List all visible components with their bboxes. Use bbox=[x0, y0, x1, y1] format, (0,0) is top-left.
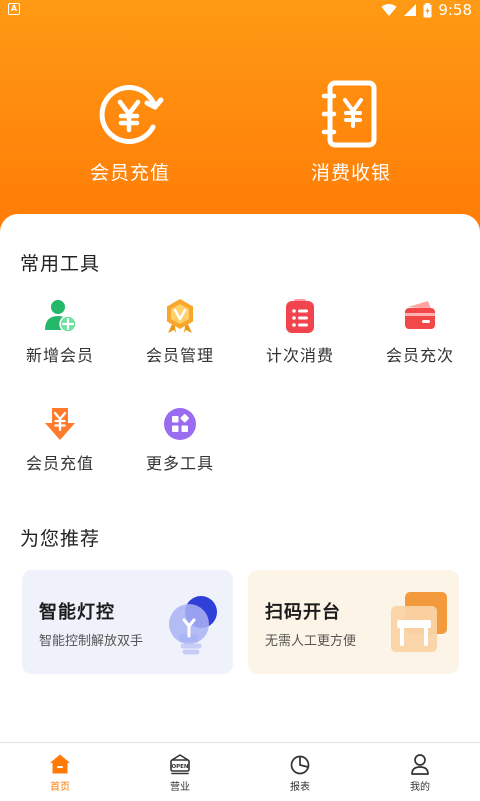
profile-icon bbox=[411, 754, 429, 775]
card-title: 扫码开台 bbox=[265, 602, 341, 623]
add-member-icon bbox=[45, 300, 77, 333]
recharge-icon bbox=[99, 85, 164, 144]
home-icon bbox=[50, 754, 70, 774]
nav-label: 首页 bbox=[50, 782, 70, 793]
bottom-navigation: 首页 OPEN 营业 报表 我的 bbox=[0, 742, 480, 801]
scan-table-icon bbox=[391, 592, 447, 652]
card-subtitle: 无需人工更方便 bbox=[265, 634, 357, 649]
nav-label: 报表 bbox=[290, 782, 310, 793]
nav-label: 营业 bbox=[170, 782, 190, 793]
member-recharge-icon bbox=[45, 408, 75, 440]
smart-light-control-card[interactable]: 智能灯控 智能控制解放双手 bbox=[22, 570, 233, 674]
tool-label: 新增会员 bbox=[25, 346, 94, 365]
more-tools-icon bbox=[164, 408, 196, 440]
card-subtitle: 智能控制解放双手 bbox=[39, 634, 144, 649]
hero-banner: A 9:58 会员充值 消费收银 bbox=[0, 0, 480, 240]
member-recharge-times-icon bbox=[405, 301, 435, 329]
status-time: 9:58 bbox=[438, 1, 472, 19]
wifi-icon bbox=[381, 4, 397, 17]
nav-label: 我的 bbox=[410, 782, 430, 793]
status-icons: 9:58 bbox=[381, 1, 472, 19]
card-title: 智能灯控 bbox=[39, 602, 115, 623]
report-pie-icon bbox=[290, 755, 310, 775]
app-notification-icon: A bbox=[8, 3, 20, 15]
svg-text:OPEN: OPEN bbox=[171, 764, 188, 770]
cash-register-book-icon bbox=[321, 80, 377, 148]
tool-more-tools[interactable]: 更多工具 bbox=[120, 406, 240, 486]
count-consumption-icon bbox=[286, 299, 314, 333]
nav-home[interactable]: 首页 bbox=[0, 743, 120, 801]
nav-report[interactable]: 报表 bbox=[240, 743, 360, 801]
recommend-title: 为您推荐 bbox=[20, 528, 101, 550]
tool-label: 计次消费 bbox=[265, 346, 334, 365]
tool-label: 会员充值 bbox=[25, 454, 94, 473]
nav-business[interactable]: OPEN 营业 bbox=[120, 743, 240, 801]
tool-count-consumption[interactable]: 计次消费 bbox=[240, 298, 360, 378]
tool-member-recharge[interactable]: 会员充值 bbox=[0, 406, 120, 486]
open-shop-icon: OPEN bbox=[170, 754, 190, 775]
consumption-checkout-button[interactable]: 消费收银 bbox=[281, 80, 421, 200]
common-tools-title: 常用工具 bbox=[20, 253, 101, 275]
tool-member-recharge-times[interactable]: 会员充次 bbox=[360, 298, 480, 378]
status-bar: A 9:58 bbox=[0, 0, 480, 20]
consumption-checkout-label: 消费收银 bbox=[310, 162, 391, 184]
member-recharge-button[interactable]: 会员充值 bbox=[60, 80, 200, 200]
scan-open-table-card[interactable]: 扫码开台 无需人工更方便 bbox=[248, 570, 459, 674]
signal-icon bbox=[404, 4, 417, 16]
tool-label: 更多工具 bbox=[145, 454, 214, 473]
member-management-icon bbox=[167, 299, 193, 333]
tool-add-member[interactable]: 新增会员 bbox=[0, 298, 120, 378]
battery-icon bbox=[423, 2, 432, 17]
tool-label: 会员充次 bbox=[385, 346, 454, 365]
smart-light-icon bbox=[169, 596, 217, 655]
tool-label: 会员管理 bbox=[145, 346, 214, 365]
member-recharge-label: 会员充值 bbox=[89, 162, 170, 184]
tool-member-management[interactable]: 会员管理 bbox=[120, 298, 240, 378]
nav-mine[interactable]: 我的 bbox=[360, 743, 480, 801]
